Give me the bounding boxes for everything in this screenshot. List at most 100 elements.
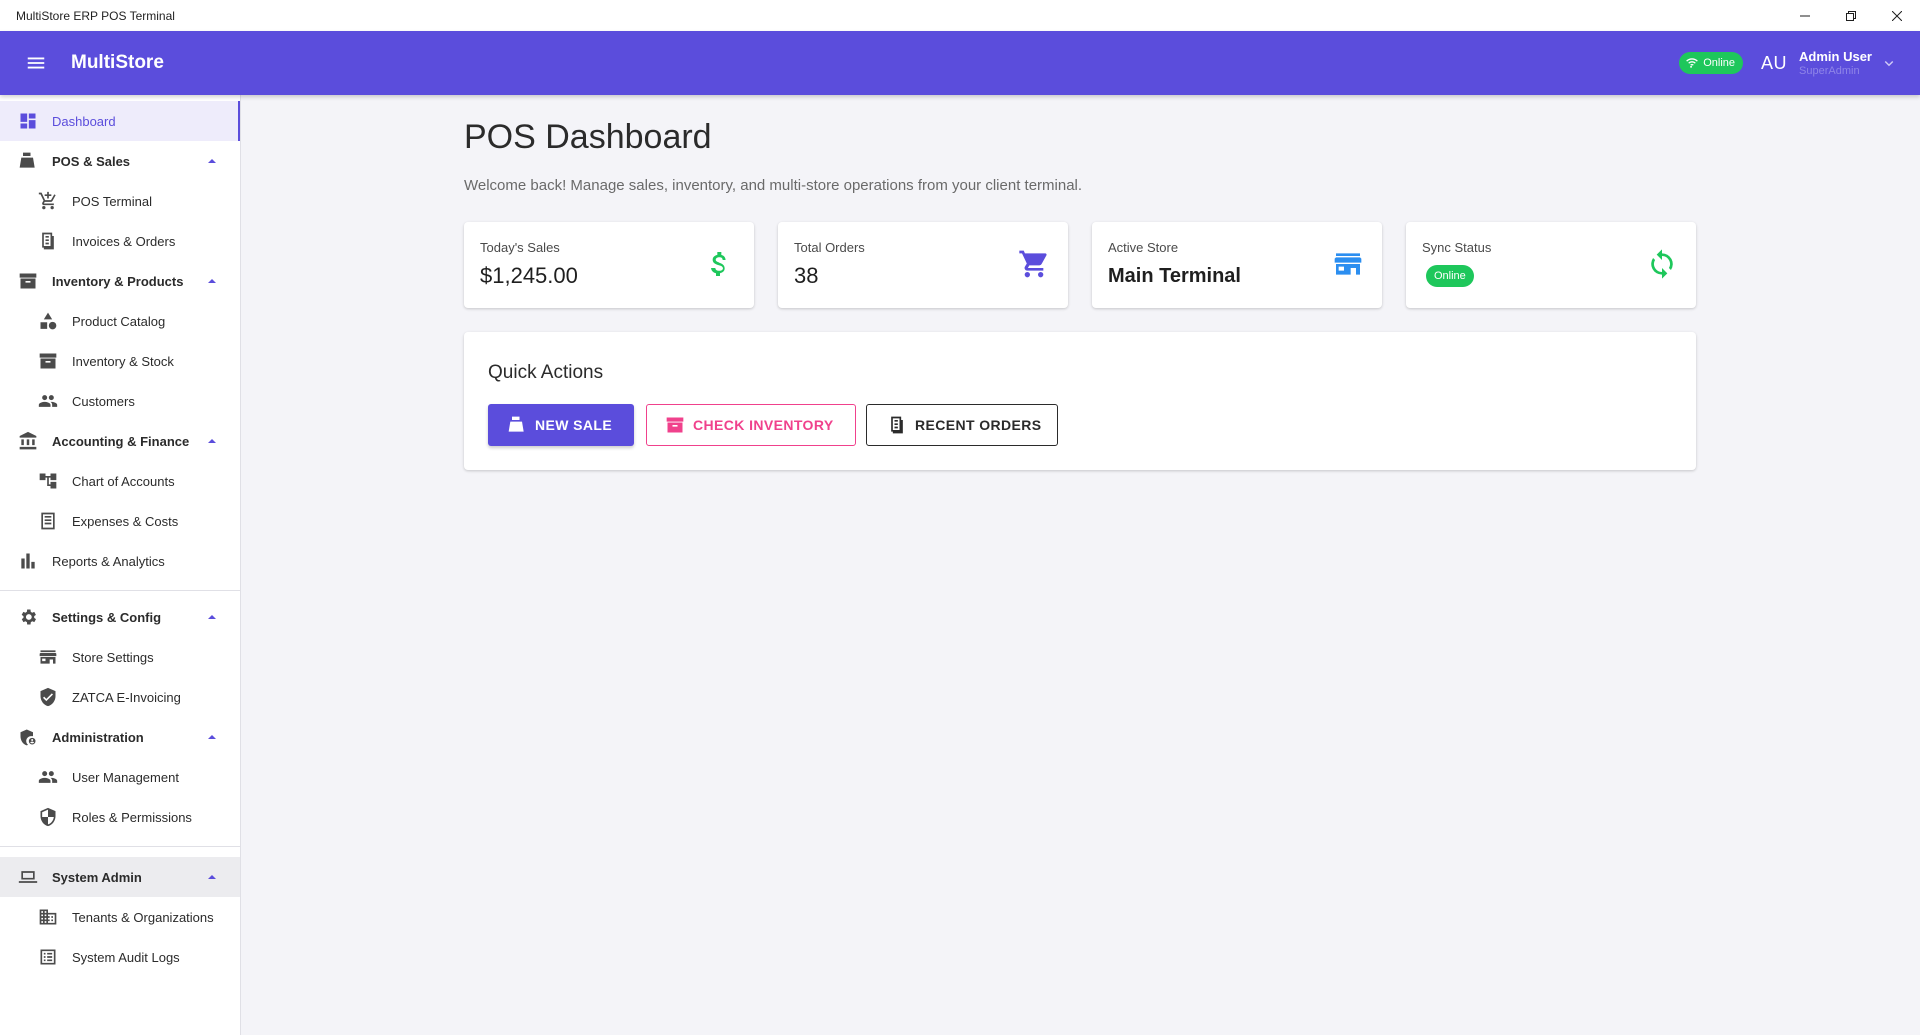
store-icon: [37, 646, 59, 668]
sidebar-item-label: Store Settings: [72, 649, 154, 665]
sidebar-item-label: Expenses & Costs: [72, 513, 179, 529]
sidebar-item-pos-terminal[interactable]: POS Terminal: [0, 181, 240, 221]
minimize-icon[interactable]: [1782, 0, 1828, 31]
online-status-label: Online: [1703, 57, 1736, 69]
sidebar-group-label: Settings & Config: [52, 609, 162, 625]
stat-label: Sync Status: [1422, 240, 1492, 255]
stat-card-total-orders: Total Orders 38: [778, 222, 1068, 308]
list-document-icon: [37, 510, 59, 532]
archive-icon: [666, 417, 684, 433]
chevron-up-icon: [208, 875, 216, 879]
sidebar-item-label: Inventory & Stock: [72, 353, 174, 369]
sidebar-item-label: System Audit Logs: [72, 949, 180, 965]
bar-chart-icon: [17, 550, 39, 572]
stat-label: Active Store: [1108, 240, 1179, 255]
sidebar-item-expenses-costs[interactable]: Expenses & Costs: [0, 501, 240, 541]
window-title: MultiStore ERP POS Terminal: [16, 8, 175, 23]
new-sale-label: NEW SALE: [535, 417, 613, 433]
sidebar-group-inventory-products[interactable]: Inventory & Products: [0, 261, 240, 301]
building-icon: [37, 906, 59, 928]
laptop-icon: [17, 866, 39, 888]
sidebar-item-roles-permissions[interactable]: Roles & Permissions: [0, 797, 240, 837]
sidebar-item-dashboard[interactable]: Dashboard: [0, 101, 240, 141]
list-alt-icon: [37, 946, 59, 968]
sidebar-item-customers[interactable]: Customers: [0, 381, 240, 421]
gear-icon: [17, 606, 39, 628]
cash-register-icon: [508, 416, 524, 432]
sidebar-item-product-catalog[interactable]: Product Catalog: [0, 301, 240, 341]
sidebar: Dashboard POS & Sales POS Terminal Invoi…: [0, 95, 241, 1035]
stat-value: Main Terminal: [1108, 265, 1241, 287]
restore-icon[interactable]: [1828, 0, 1874, 31]
storefront-icon: [1332, 248, 1364, 280]
sidebar-group-pos-sales[interactable]: POS & Sales: [0, 141, 240, 181]
sidebar-item-label: User Management: [72, 769, 179, 785]
sidebar-item-tenants-organizations[interactable]: Tenants & Organizations: [0, 897, 240, 937]
sidebar-item-inventory-stock[interactable]: Inventory & Stock: [0, 341, 240, 381]
security-shield-icon: [37, 806, 59, 828]
sidebar-group-settings-config[interactable]: Settings & Config: [0, 597, 240, 637]
sync-icon: [1646, 248, 1678, 280]
sidebar-item-label: Roles & Permissions: [72, 809, 192, 825]
sidebar-group-label: POS & Sales: [52, 153, 131, 169]
cash-register-icon: [17, 150, 39, 172]
check-inventory-label: CHECK INVENTORY: [693, 417, 834, 433]
verified-shield-icon: [37, 686, 59, 708]
user-info[interactable]: Admin User SuperAdmin: [1799, 49, 1872, 77]
stat-card-sync-status: Sync Status Online: [1406, 222, 1696, 308]
user-role: SuperAdmin: [1799, 65, 1860, 77]
page-title: POS Dashboard: [464, 118, 712, 156]
account-tree-icon: [37, 470, 59, 492]
sidebar-item-system-audit-logs[interactable]: System Audit Logs: [0, 937, 240, 977]
sidebar-item-label: Customers: [72, 393, 135, 409]
stat-value: 38: [794, 263, 819, 288]
stat-value: $1,245.00: [480, 263, 578, 288]
sidebar-item-store-settings[interactable]: Store Settings: [0, 637, 240, 677]
category-shapes-icon: [37, 310, 59, 332]
sidebar-item-zatca-einvoicing[interactable]: ZATCA E-Invoicing: [0, 677, 240, 717]
receipt-icon: [891, 416, 903, 434]
sidebar-item-label: ZATCA E-Invoicing: [72, 689, 181, 705]
sidebar-item-reports-analytics[interactable]: Reports & Analytics: [0, 541, 240, 581]
chevron-up-icon: [208, 159, 216, 163]
app-bar: MultiStore Online AU Admin User SuperAdm…: [0, 31, 1920, 95]
sidebar-group-administration[interactable]: Administration: [0, 717, 240, 757]
recent-orders-button[interactable]: RECENT ORDERS: [866, 404, 1058, 446]
sidebar-group-label: System Admin: [52, 869, 142, 885]
check-inventory-button[interactable]: CHECK INVENTORY: [646, 404, 856, 446]
sidebar-divider: [0, 590, 240, 591]
sidebar-item-label: Reports & Analytics: [52, 553, 165, 569]
dashboard-icon: [17, 110, 39, 132]
sidebar-item-label: POS Terminal: [72, 193, 152, 209]
new-sale-button[interactable]: NEW SALE: [488, 404, 634, 446]
sidebar-item-label: Tenants & Organizations: [72, 909, 214, 925]
cart-icon: [1018, 248, 1050, 280]
close-icon[interactable]: [1874, 0, 1920, 31]
sidebar-item-label: Product Catalog: [72, 313, 166, 329]
chevron-up-icon: [208, 279, 216, 283]
inventory-box-icon: [17, 270, 39, 292]
sidebar-group-accounting-finance[interactable]: Accounting & Finance: [0, 421, 240, 461]
sync-status-chip: Online: [1426, 265, 1474, 287]
wifi-icon: [1686, 58, 1699, 68]
chevron-up-icon: [208, 735, 216, 739]
stat-label: Total Orders: [794, 240, 865, 255]
sidebar-item-label: Dashboard: [52, 113, 116, 129]
hamburger-menu-icon[interactable]: [18, 45, 54, 81]
avatar[interactable]: AU: [1761, 53, 1787, 74]
people-icon: [37, 390, 59, 412]
people-icon: [37, 766, 59, 788]
chevron-down-icon[interactable]: [1880, 54, 1898, 72]
brand-title: MultiStore: [71, 52, 164, 73]
sidebar-item-user-management[interactable]: User Management: [0, 757, 240, 797]
sidebar-item-label: Chart of Accounts: [72, 473, 175, 489]
receipt-icon: [37, 230, 59, 252]
sidebar-item-label: Invoices & Orders: [72, 233, 176, 249]
stat-card-active-store: Active Store Main Terminal: [1092, 222, 1382, 308]
recent-orders-label: RECENT ORDERS: [915, 417, 1042, 433]
sidebar-item-invoices-orders[interactable]: Invoices & Orders: [0, 221, 240, 261]
sidebar-item-chart-of-accounts[interactable]: Chart of Accounts: [0, 461, 240, 501]
dollar-icon: [704, 248, 736, 280]
sidebar-group-system-admin[interactable]: System Admin: [0, 857, 240, 897]
admin-shield-icon: [17, 726, 39, 748]
